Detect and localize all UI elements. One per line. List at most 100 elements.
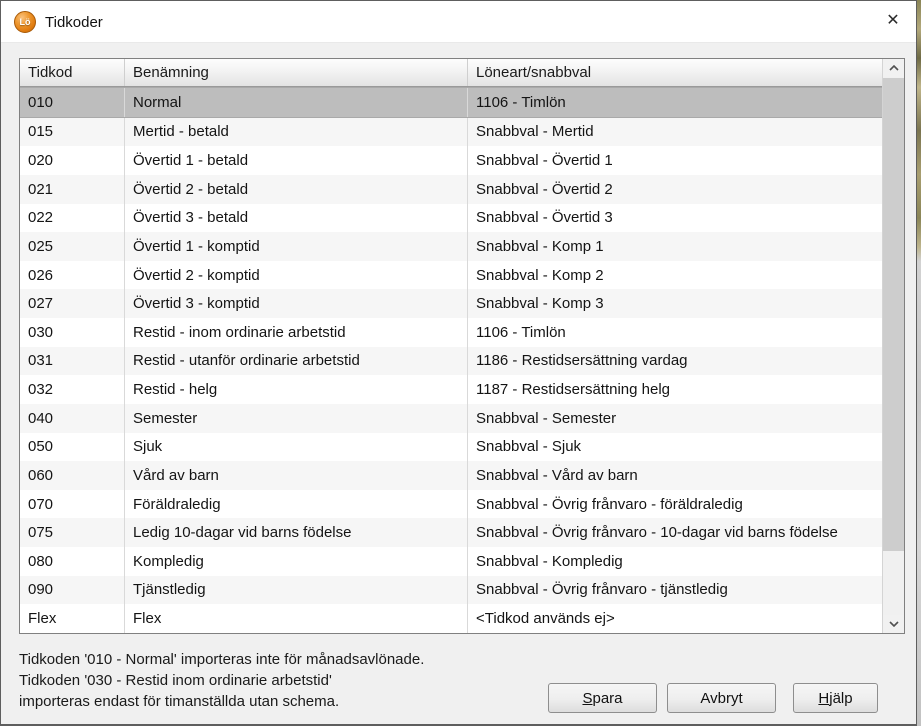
- cell-loneart: Snabbval - Komp 2: [468, 261, 882, 290]
- table-row[interactable]: 031Restid - utanför ordinarie arbetstid1…: [20, 347, 882, 376]
- cell-tidkod: 040: [20, 404, 125, 433]
- background-window-sliver: [917, 0, 921, 726]
- cell-benamning: Övertid 1 - komptid: [125, 232, 468, 261]
- table-row[interactable]: 032Restid - helg1187 - Restidsersättning…: [20, 375, 882, 404]
- cell-tidkod: Flex: [20, 604, 125, 633]
- table-row[interactable]: 021Övertid 2 - betaldSnabbval - Övertid …: [20, 175, 882, 204]
- cell-benamning: Restid - utanför ordinarie arbetstid: [125, 347, 468, 376]
- table-row[interactable]: 060Vård av barnSnabbval - Vård av barn: [20, 461, 882, 490]
- table-header: Tidkod Benämning Löneart/snabbval: [20, 59, 882, 87]
- cell-tidkod: 026: [20, 261, 125, 290]
- cell-tidkod: 010: [20, 88, 125, 117]
- cell-tidkod: 032: [20, 375, 125, 404]
- close-button[interactable]: ✕: [874, 5, 912, 37]
- cell-tidkod: 015: [20, 118, 125, 147]
- close-icon: ✕: [886, 13, 899, 29]
- cell-tidkod: 027: [20, 289, 125, 318]
- cell-benamning: Föräldraledig: [125, 490, 468, 519]
- table-row[interactable]: 025Övertid 1 - komptidSnabbval - Komp 1: [20, 232, 882, 261]
- cell-tidkod: 050: [20, 433, 125, 462]
- app-icon: Lö: [14, 11, 36, 33]
- table-row[interactable]: 050SjukSnabbval - Sjuk: [20, 433, 882, 462]
- cell-benamning: Restid - helg: [125, 375, 468, 404]
- table-row[interactable]: 090TjänstledigSnabbval - Övrig frånvaro …: [20, 576, 882, 605]
- column-header-loneart[interactable]: Löneart/snabbval: [468, 59, 882, 86]
- footer-note: Tidkoden '010 - Normal' importeras inte …: [19, 649, 424, 712]
- cell-loneart: Snabbval - Kompledig: [468, 547, 882, 576]
- chevron-down-icon: [889, 621, 899, 627]
- titlebar: Lö Tidkoder ✕: [1, 1, 916, 43]
- column-header-tidkod[interactable]: Tidkod: [20, 59, 125, 86]
- cell-benamning: Mertid - betald: [125, 118, 468, 147]
- chevron-up-icon: [889, 65, 899, 71]
- table-row[interactable]: 030Restid - inom ordinarie arbetstid1106…: [20, 318, 882, 347]
- cell-benamning: Restid - inom ordinarie arbetstid: [125, 318, 468, 347]
- table-row[interactable]: 027Övertid 3 - komptidSnabbval - Komp 3: [20, 289, 882, 318]
- cell-loneart: Snabbval - Komp 1: [468, 232, 882, 261]
- table-row[interactable]: 075Ledig 10-dagar vid barns födelseSnabb…: [20, 518, 882, 547]
- table-columns-area: Tidkod Benämning Löneart/snabbval 010Nor…: [20, 59, 882, 633]
- footer-note-line: importeras endast för timanställda utan …: [19, 691, 424, 712]
- cell-benamning: Övertid 2 - betald: [125, 175, 468, 204]
- scrollbar-thumb[interactable]: [883, 78, 904, 551]
- cell-tidkod: 022: [20, 204, 125, 233]
- app-icon-label: Lö: [20, 17, 31, 27]
- cell-loneart: Snabbval - Övrig frånvaro - föräldraledi…: [468, 490, 882, 519]
- cell-loneart: Snabbval - Övertid 2: [468, 175, 882, 204]
- cell-tidkod: 090: [20, 576, 125, 605]
- table-row[interactable]: 070FöräldraledigSnabbval - Övrig frånvar…: [20, 490, 882, 519]
- vertical-scrollbar[interactable]: [882, 59, 904, 633]
- table-row[interactable]: 020Övertid 1 - betaldSnabbval - Övertid …: [20, 146, 882, 175]
- cell-tidkod: 025: [20, 232, 125, 261]
- cell-benamning: Semester: [125, 404, 468, 433]
- cell-tidkod: 075: [20, 518, 125, 547]
- column-header-benamning[interactable]: Benämning: [125, 59, 468, 86]
- cell-loneart: Snabbval - Semester: [468, 404, 882, 433]
- table-row[interactable]: 026Övertid 2 - komptidSnabbval - Komp 2: [20, 261, 882, 290]
- cell-tidkod: 030: [20, 318, 125, 347]
- scrollbar-track[interactable]: [883, 77, 904, 615]
- cell-benamning: Normal: [125, 88, 468, 117]
- cell-benamning: Övertid 1 - betald: [125, 146, 468, 175]
- cell-benamning: Övertid 2 - komptid: [125, 261, 468, 290]
- cell-tidkod: 070: [20, 490, 125, 519]
- table-row[interactable]: 015Mertid - betaldSnabbval - Mertid: [20, 118, 882, 147]
- table-row[interactable]: 080KompledigSnabbval - Kompledig: [20, 547, 882, 576]
- cell-loneart: 1186 - Restidsersättning vardag: [468, 347, 882, 376]
- cell-tidkod: 031: [20, 347, 125, 376]
- cell-loneart: Snabbval - Övrig frånvaro - 10-dagar vid…: [468, 518, 882, 547]
- cell-loneart: 1106 - Timlön: [468, 318, 882, 347]
- avbryt-button[interactable]: Avbryt: [667, 683, 776, 713]
- cell-loneart: 1187 - Restidsersättning helg: [468, 375, 882, 404]
- cell-tidkod: 021: [20, 175, 125, 204]
- cell-benamning: Sjuk: [125, 433, 468, 462]
- tidkoder-dialog: Lö Tidkoder ✕ Tidkod Benämning Löneart/s…: [0, 0, 917, 726]
- cell-benamning: Kompledig: [125, 547, 468, 576]
- scroll-down-button[interactable]: [883, 615, 904, 633]
- cell-benamning: Övertid 3 - komptid: [125, 289, 468, 318]
- footer-note-line: Tidkoden '010 - Normal' importeras inte …: [19, 649, 424, 670]
- spara-button[interactable]: Spara: [548, 683, 657, 713]
- cell-loneart: <Tidkod används ej>: [468, 604, 882, 633]
- tidkoder-table: Tidkod Benämning Löneart/snabbval 010Nor…: [19, 58, 905, 634]
- cell-benamning: Övertid 3 - betald: [125, 204, 468, 233]
- table-row[interactable]: FlexFlex<Tidkod används ej>: [20, 604, 882, 633]
- hjalp-button[interactable]: Hjälp: [793, 683, 878, 713]
- window-title: Tidkoder: [45, 1, 103, 43]
- cell-loneart: Snabbval - Övrig frånvaro - tjänstledig: [468, 576, 882, 605]
- cell-tidkod: 060: [20, 461, 125, 490]
- cell-loneart: Snabbval - Mertid: [468, 118, 882, 147]
- table-row[interactable]: 022Övertid 3 - betaldSnabbval - Övertid …: [20, 204, 882, 233]
- cell-tidkod: 080: [20, 547, 125, 576]
- table-row[interactable]: 040SemesterSnabbval - Semester: [20, 404, 882, 433]
- cell-loneart: 1106 - Timlön: [468, 88, 882, 117]
- footer-note-line: Tidkoden '030 - Restid inom ordinarie ar…: [19, 670, 424, 691]
- cell-loneart: Snabbval - Komp 3: [468, 289, 882, 318]
- cell-tidkod: 020: [20, 146, 125, 175]
- table-row[interactable]: 010Normal1106 - Timlön: [20, 87, 882, 118]
- cell-loneart: Snabbval - Övertid 3: [468, 204, 882, 233]
- cell-loneart: Snabbval - Vård av barn: [468, 461, 882, 490]
- scroll-up-button[interactable]: [883, 59, 904, 77]
- table-body: 010Normal1106 - Timlön015Mertid - betald…: [20, 87, 882, 633]
- cell-loneart: Snabbval - Sjuk: [468, 433, 882, 462]
